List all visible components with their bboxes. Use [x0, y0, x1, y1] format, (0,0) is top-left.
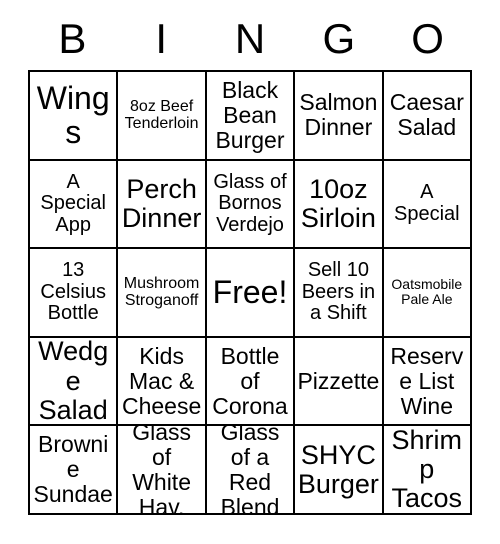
bingo-cell[interactable]: Brownie Sundae	[30, 426, 119, 515]
bingo-cell-label: Black Bean Burger	[215, 77, 285, 153]
bingo-cell-label: Sell 10 Beers in a Shift	[301, 259, 376, 325]
bingo-cell[interactable]: Wings	[30, 72, 119, 161]
bingo-cell-label: Salmon Dinner	[299, 89, 378, 141]
bingo-cell-label: Caesar Salad	[389, 89, 464, 141]
bingo-free-space-label: Free!	[212, 274, 288, 311]
bingo-cell-label: Perch Dinner	[121, 173, 202, 233]
bingo-cell-label: 8oz Beef Tenderloin	[124, 98, 199, 133]
bingo-cell-label: Glass of White Hav.	[132, 426, 191, 515]
bingo-cell-label: Glass of a Red Blend	[220, 426, 280, 515]
bingo-cell[interactable]: Reserve List Wine	[383, 337, 472, 427]
bingo-header-letter-o: O	[411, 15, 444, 62]
bingo-header-letter-b: B	[58, 15, 87, 62]
bingo-cell-label: Pizzette	[297, 367, 380, 394]
bingo-cell-label: Brownie Sundae	[33, 431, 113, 508]
bingo-cell-label: Oatsmobile Pale Ale	[391, 276, 463, 308]
bingo-cell[interactable]: 13 Celsius Bottle	[30, 249, 119, 338]
bingo-cell-label: 13 Celsius Bottle	[40, 259, 106, 325]
bingo-cell-label: Reserve List Wine	[390, 342, 464, 419]
bingo-cell[interactable]: Oatsmobile Pale Ale	[383, 249, 472, 338]
bingo-grid: Wings 8oz Beef Tenderloin Black Bean Bur…	[28, 70, 472, 515]
bingo-cell-label: Glass of Bornos Verdejo	[213, 170, 287, 236]
bingo-cell[interactable]: A Special	[383, 160, 472, 250]
bingo-cell[interactable]: Perch Dinner	[118, 160, 207, 250]
bingo-cell[interactable]: Caesar Salad	[383, 72, 472, 161]
bingo-cell[interactable]: Wedge Salad	[30, 337, 119, 427]
bingo-header-letter-g: G	[322, 15, 356, 62]
bingo-header-letter-n: N	[234, 15, 266, 62]
bingo-cell-label: Wings	[36, 79, 110, 151]
bingo-cell[interactable]: Glass of Bornos Verdejo	[206, 160, 296, 250]
bingo-cell[interactable]: 10oz Sirloin	[295, 160, 384, 250]
bingo-cell-label: A Special App	[40, 170, 106, 236]
bingo-cell[interactable]: Mushroom Stroganoff	[118, 249, 207, 338]
bingo-header-letter-i: I	[155, 15, 168, 62]
bingo-cell[interactable]: Shrimp Tacos	[383, 426, 472, 515]
bingo-cell[interactable]: Glass of a Red Blend	[206, 426, 296, 515]
bingo-cell[interactable]: Glass of White Hav.	[118, 426, 207, 515]
bingo-cell-label: SHYC Burger	[297, 439, 379, 499]
bingo-cell-label: Shrimp Tacos	[391, 426, 463, 514]
bingo-cell-label: Kids Mac & Cheese	[121, 342, 202, 419]
bingo-cell-label: 10oz Sirloin	[300, 173, 376, 233]
bingo-cell[interactable]: Pizzette	[295, 337, 384, 427]
bingo-cell[interactable]: SHYC Burger	[295, 426, 384, 515]
bingo-header: B I N G O	[28, 8, 472, 70]
bingo-cell[interactable]: Black Bean Burger	[206, 72, 296, 161]
bingo-cell-label: Mushroom Stroganoff	[123, 275, 200, 310]
bingo-cell-label: Wedge Salad	[38, 337, 109, 425]
bingo-cell-label: A Special	[393, 181, 460, 225]
bingo-cell[interactable]: Kids Mac & Cheese	[118, 337, 207, 427]
bingo-card: B I N G O Wings 8oz Beef Tenderloin Blac…	[0, 0, 500, 544]
bingo-cell[interactable]: 8oz Beef Tenderloin	[118, 72, 207, 161]
bingo-cell[interactable]: A Special App	[30, 160, 119, 250]
bingo-cell[interactable]: Salmon Dinner	[295, 72, 384, 161]
bingo-cell-label: Bottle of Corona	[212, 342, 288, 419]
bingo-free-space-cell[interactable]: Free!	[206, 249, 296, 338]
bingo-cell[interactable]: Bottle of Corona	[206, 337, 296, 427]
bingo-cell[interactable]: Sell 10 Beers in a Shift	[295, 249, 384, 338]
